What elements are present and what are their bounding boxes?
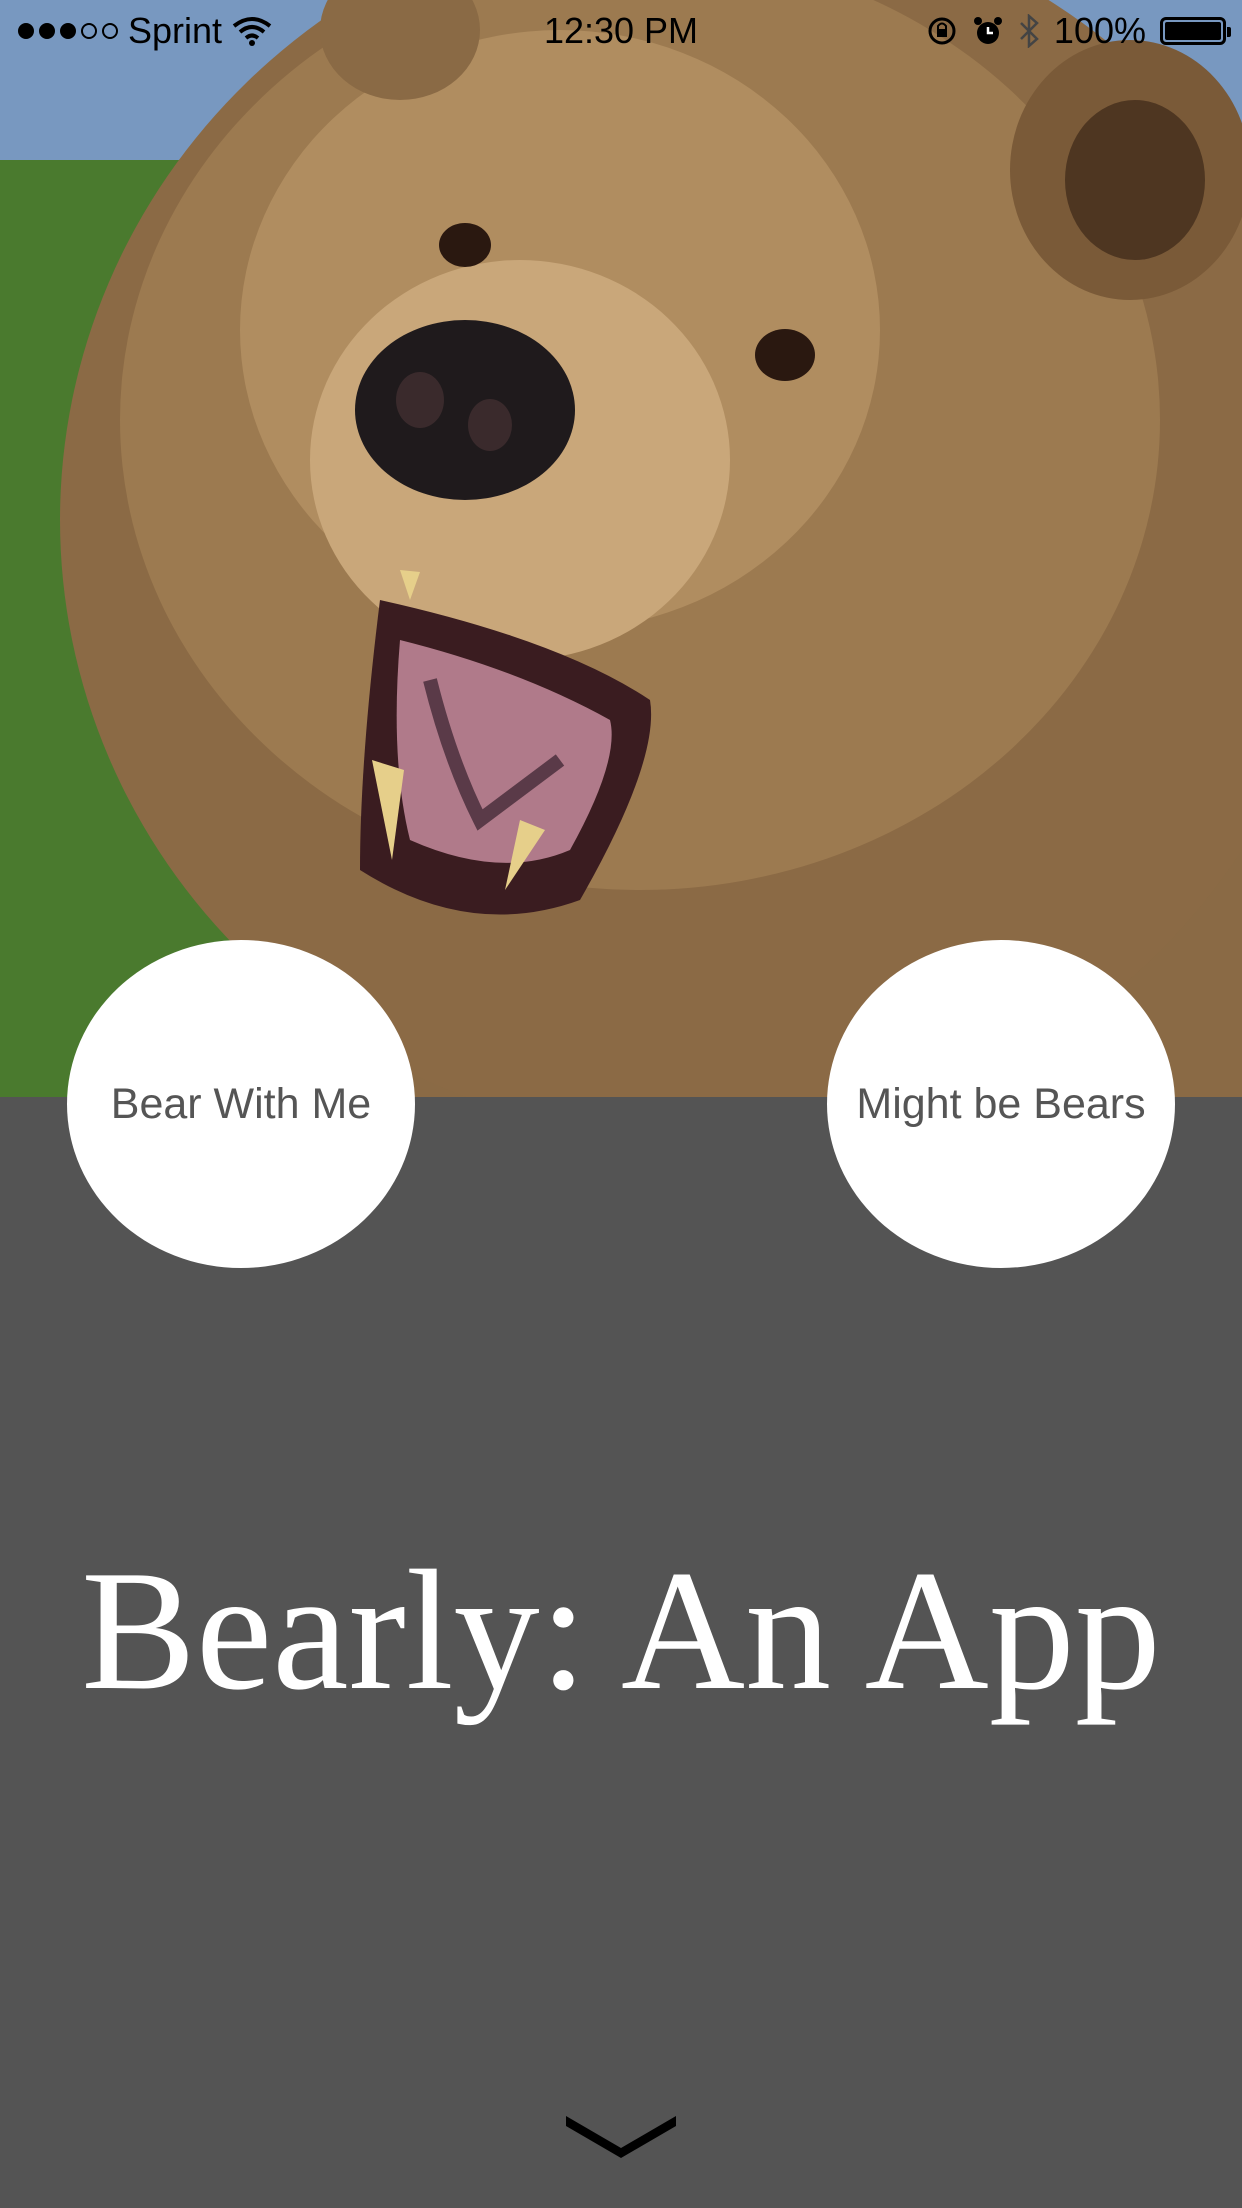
app-title: Bearly: An App: [81, 1536, 1161, 1726]
might-be-bears-button[interactable]: Might be Bears: [827, 940, 1175, 1268]
status-bar: Sprint 12:30 PM 100%: [0, 0, 1242, 60]
bear-photo: [0, 0, 1242, 1097]
alarm-icon: [973, 17, 1002, 44]
bluetooth-icon: [1020, 14, 1039, 48]
battery-icon: [1160, 17, 1231, 45]
bear-illustration: [0, 0, 1242, 1097]
battery-percent: 100%: [1053, 10, 1146, 51]
rotation-lock-icon: [928, 17, 956, 45]
chevron-down-icon[interactable]: [566, 2110, 676, 2158]
bear-with-me-button[interactable]: Bear With Me: [67, 940, 415, 1268]
